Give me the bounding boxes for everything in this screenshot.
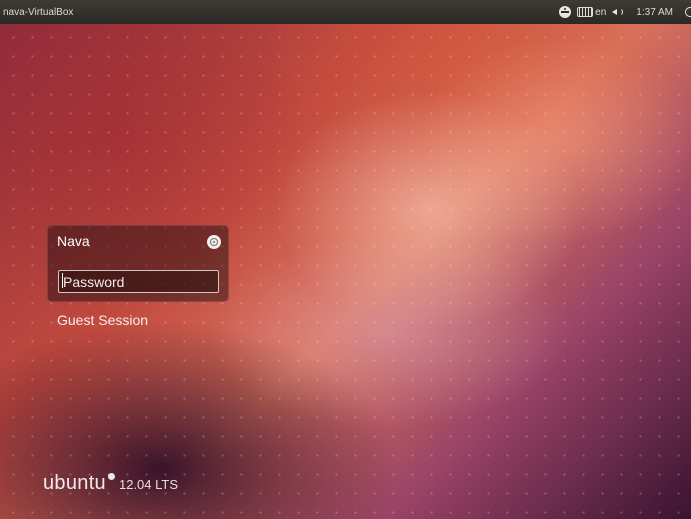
login-screen: nava-VirtualBox en 1:37 AM Nava Guest Se… [0, 0, 691, 519]
indicator-area: en 1:37 AM [559, 0, 691, 24]
ubuntu-logo: ubuntu 12.04 LTS [43, 472, 178, 495]
text-cursor [62, 273, 63, 288]
keyboard-icon [577, 7, 594, 17]
volume-icon[interactable] [612, 7, 626, 17]
keyboard-language: en [595, 6, 607, 18]
power-icon[interactable] [685, 7, 691, 17]
logo-wordmark: ubuntu [43, 472, 106, 494]
hostname-label: nava-VirtualBox [3, 6, 74, 18]
user-login-box[interactable]: Nava [47, 225, 229, 302]
circle-of-friends-icon [107, 473, 115, 480]
clock[interactable]: 1:37 AM [636, 7, 673, 18]
keyboard-layout-indicator[interactable]: en [577, 7, 606, 18]
accessibility-icon[interactable] [559, 6, 572, 18]
top-panel: nava-VirtualBox en 1:37 AM [0, 0, 691, 24]
ubuntu-session-icon[interactable] [207, 235, 221, 249]
logo-version: 12.04 LTS [118, 477, 179, 492]
user-name: Nava [57, 233, 90, 249]
password-input[interactable] [58, 270, 219, 293]
guest-session-item[interactable]: Guest Session [57, 312, 148, 328]
